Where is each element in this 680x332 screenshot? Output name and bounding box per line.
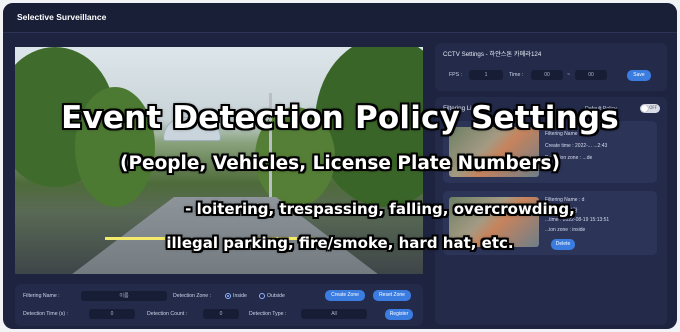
detection-count-input[interactable]: 0: [203, 309, 239, 319]
register-button[interactable]: Register: [385, 309, 413, 320]
overlay-feature-list: - loitering, trespassing, falling, overc…: [185, 200, 575, 218]
time-separator: ~: [567, 72, 571, 78]
time-from-input[interactable]: 00: [531, 70, 563, 80]
overlay-headline: Event Detection Policy Settings: [61, 100, 619, 136]
card-line: ...ion zone : inside: [545, 227, 586, 233]
overlay-feature-list: illegal parking, fire/smoke, hard hat, e…: [166, 234, 514, 252]
detection-type-select[interactable]: All: [301, 309, 367, 319]
fps-label: FPS :: [449, 72, 462, 78]
card-line: Create time : 2022-... ...2:43: [545, 143, 608, 149]
filtering-name-input[interactable]: 이름: [81, 291, 167, 301]
outside-label: Outside: [267, 293, 285, 299]
window-title: Selective Surveillance: [17, 12, 107, 22]
overlay-subheadline: (People, Vehicles, License Plate Numbers…: [120, 153, 560, 174]
title-bar: Selective Surveillance: [3, 3, 677, 33]
detection-zone-label: Detection Zone :: [173, 293, 212, 299]
detection-time-label: Detection Time (s) :: [23, 311, 68, 317]
detection-count-label: Detection Count :: [147, 311, 188, 317]
outside-radio[interactable]: [259, 293, 265, 299]
inside-radio[interactable]: [225, 293, 231, 299]
detection-time-input[interactable]: 0: [89, 309, 135, 319]
time-to-input[interactable]: 00: [575, 70, 607, 80]
inside-label: Inside: [233, 293, 247, 299]
save-button[interactable]: Save: [627, 70, 651, 81]
cctv-settings-title: CCTV Settings - 하얀스톤 카메라124: [443, 51, 542, 58]
create-zone-button[interactable]: Create Zone: [325, 290, 365, 301]
fps-input[interactable]: 1: [469, 70, 503, 80]
detection-type-label: Detection Type :: [249, 311, 287, 317]
filter-controls: Filtering Name : 이름 Detection Zone : Ins…: [15, 284, 423, 326]
filtering-name-label: Filtering Name :: [23, 293, 60, 299]
cctv-settings-panel: CCTV Settings - 하얀스톤 카메라124 FPS : 1 Time…: [435, 43, 667, 91]
reset-zone-button[interactable]: Reset Zone: [373, 290, 411, 301]
time-label: Time :: [509, 72, 524, 78]
